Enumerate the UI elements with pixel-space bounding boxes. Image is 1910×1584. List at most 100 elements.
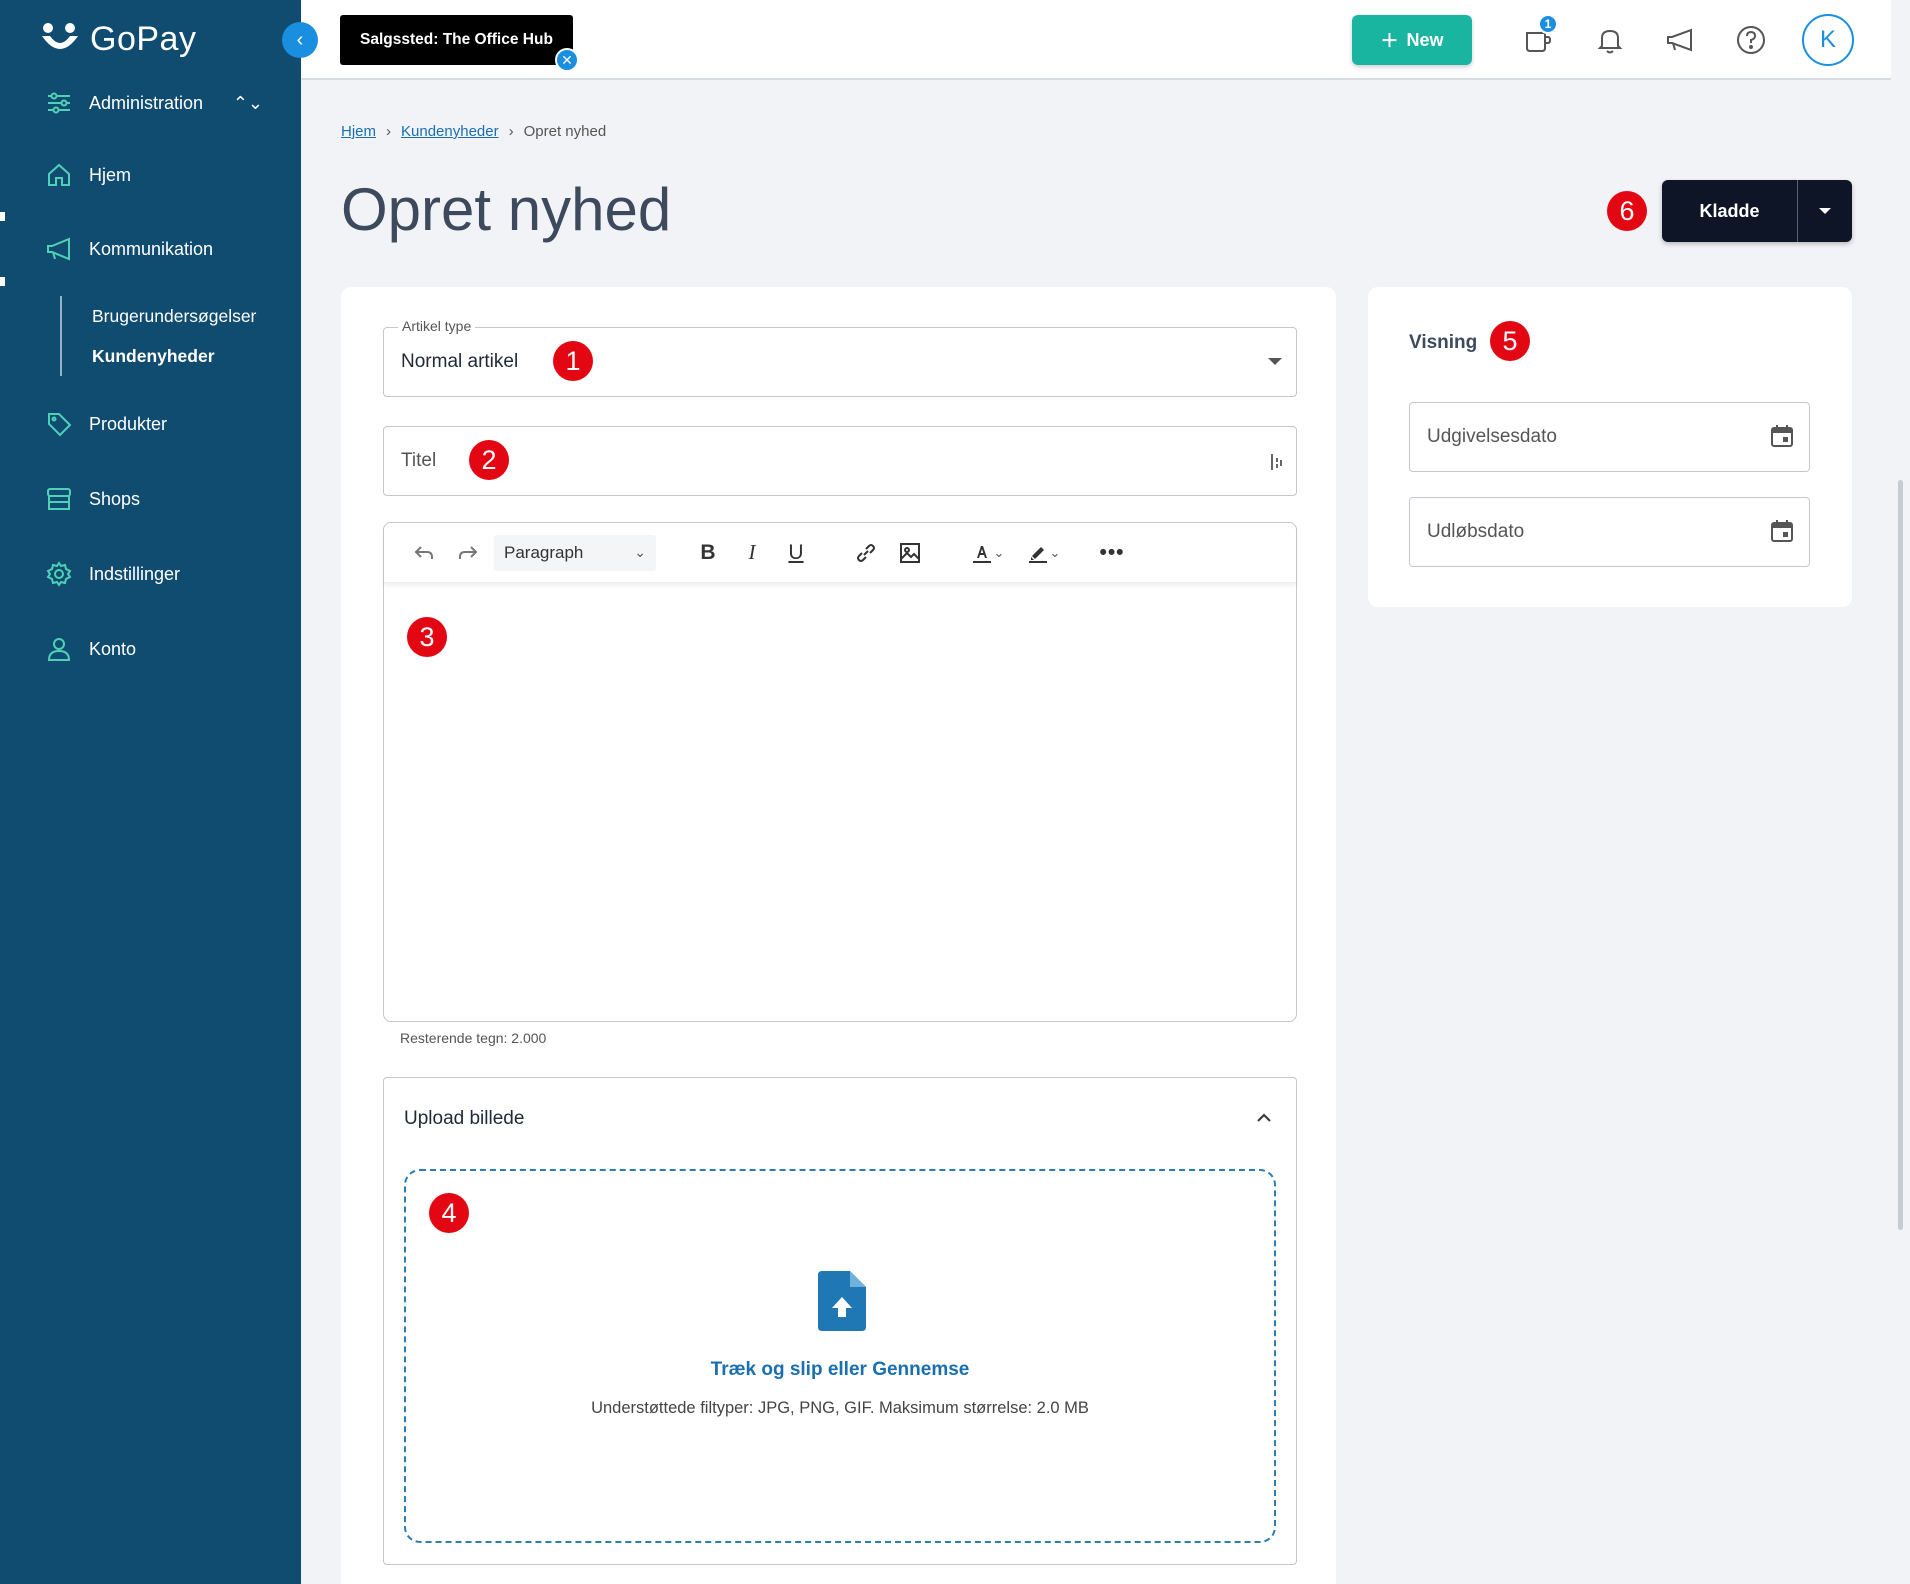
upload-title[interactable]: Upload billede [404,1108,524,1130]
image-button[interactable] [888,533,932,573]
sidebar-item-hjem[interactable]: Hjem [0,147,301,203]
title-placeholder: Titel [401,450,437,471]
sidebar-subitem-kundenyheder[interactable]: Kundenyheder [92,346,215,367]
chevron-down-icon: ⌄ [1049,544,1061,560]
expand-collapse-icon: ⌃⌄ [232,92,263,113]
breadcrumb-current: Opret nyhed [523,123,607,140]
text-cursor-icon [1271,454,1282,470]
notification-count-badge: 1 [1538,14,1558,34]
italic-icon: I [748,540,756,564]
italic-button[interactable]: I [730,533,774,573]
publish-date-input[interactable]: Udgivelsesdato [1409,402,1810,472]
sidebar-item-label: Kommunikation [89,238,214,259]
expiry-date-placeholder: Udløbsdato [1427,521,1525,542]
redo-icon [459,545,478,559]
caret-down-icon [1268,358,1282,365]
notifications-button[interactable] [1590,20,1630,60]
user-icon [47,638,71,661]
megaphone-icon [47,237,70,261]
breadcrumb-section-link[interactable]: Kundenyheder [401,123,499,140]
kladde-button[interactable]: Kladde [1662,180,1798,242]
undo-button[interactable] [402,533,446,573]
more-options-button[interactable]: ••• [1090,533,1134,573]
bell-icon [1597,29,1623,54]
block-format-value: Paragraph [504,542,584,562]
status-dropdown-button[interactable] [1798,180,1852,242]
underline-button[interactable]: U [774,533,818,573]
article-type-label: Artikel type [398,318,476,334]
store-badge[interactable]: Salgssted: The Office Hub [340,15,573,65]
close-icon[interactable]: ✕ [555,48,579,72]
marker-1: 1 [553,341,593,381]
browse-link[interactable]: Træk og slip eller Gennemse [406,1359,1274,1381]
page-title: Opret nyhed [341,176,672,243]
sidebar-item-label: Konto [89,638,137,659]
publish-date-placeholder: Udgivelsesdato [1427,426,1557,447]
status-split-button: Kladde [1662,180,1852,242]
avatar[interactable]: K [1802,14,1854,66]
image-dropzone[interactable]: Træk og slip eller Gennemse Understøtted… [404,1169,1276,1543]
gopay-logo[interactable]: GoPay [40,20,196,59]
article-type-value: Normal artikel [401,351,519,372]
sidebar-item-produkter[interactable]: Produkter [0,396,301,452]
help-button[interactable] [1731,20,1771,60]
marker-6: 6 [1607,191,1647,231]
home-icon [48,163,70,186]
file-upload-icon [818,1271,866,1331]
sidebar-item-administration[interactable]: Administration ⌃⌄ [0,75,301,131]
chevron-down-icon: ⌄ [993,544,1005,560]
chevron-down-icon: ⌄ [634,544,646,560]
underline-icon: U [788,540,804,564]
sidebar-item-label: Administration [89,92,204,113]
scrollbar-thumb[interactable] [1898,480,1903,1230]
marker-5: 5 [1490,321,1530,361]
chevron-up-icon[interactable] [1254,1108,1274,1128]
link-icon [857,543,875,562]
visning-title: Visning [1409,332,1478,353]
announcements-button[interactable] [1660,20,1700,60]
upload-section: Upload billede Træk og slip eller Gennem… [383,1077,1297,1565]
text-color-button[interactable]: ⌄ [960,533,1014,573]
calendar-icon[interactable] [1769,423,1795,449]
sidebar-item-kommunikation[interactable]: Kommunikation [0,221,301,277]
marker-2: 2 [469,440,509,480]
sidebar-item-label: Indstillinger [89,563,181,584]
sidebar-subitem-brugerundersogelser[interactable]: Brugerundersøgelser [92,306,256,327]
sidebar-item-indstillinger[interactable]: Indstillinger [0,546,301,602]
breadcrumb: Hjem › Kundenyheder › Opret nyhed [341,123,606,140]
sliders-icon [48,92,70,114]
redo-button[interactable] [446,533,490,573]
cup-notification-button[interactable]: 1 [1518,14,1558,60]
chevron-right-icon: › [386,123,392,140]
link-button[interactable] [844,533,888,573]
sidebar-item-konto[interactable]: Konto [0,621,301,677]
marker-3: 3 [407,617,447,657]
bold-icon: B [700,540,716,564]
block-format-select[interactable]: Paragraph ⌄ [494,534,656,571]
more-horizontal-icon: ••• [1099,540,1125,564]
marker-4: 4 [429,1193,469,1233]
image-icon [900,542,920,563]
supported-file-types: Understøttede filtyper: JPG, PNG, GIF. M… [591,1399,1089,1417]
store-icon [47,488,71,510]
collapse-sidebar-button[interactable]: ‹ [282,22,318,58]
submenu-line [60,296,62,376]
article-type-select[interactable]: Artikel type Normal artikel [383,318,1297,397]
chevron-right-icon: › [508,123,514,140]
calendar-icon[interactable] [1769,518,1795,544]
rich-text-editor: Paragraph ⌄ B I U ⌄ ⌄ ••• [383,522,1297,1022]
help-icon [1737,26,1765,54]
megaphone-icon [1667,28,1692,52]
highlight-color-button[interactable]: ⌄ [1014,533,1072,573]
breadcrumb-home-link[interactable]: Hjem [341,123,376,140]
remaining-characters: Resterende tegn: 2.000 [400,1030,547,1046]
expiry-date-input[interactable]: Udløbsdato [1409,497,1810,567]
new-button[interactable]: ＋ New [1352,15,1472,65]
text-color-icon [972,545,991,563]
bold-button[interactable]: B [686,533,730,573]
sidebar: GoPay Administration ⌃⌄ Hjem Kommunikati… [0,0,301,1584]
sidebar-item-shops[interactable]: Shops [0,471,301,527]
new-button-label: New [1406,29,1444,50]
sidebar-item-label: Produkter [89,413,168,434]
title-input[interactable]: Titel [383,426,1297,496]
